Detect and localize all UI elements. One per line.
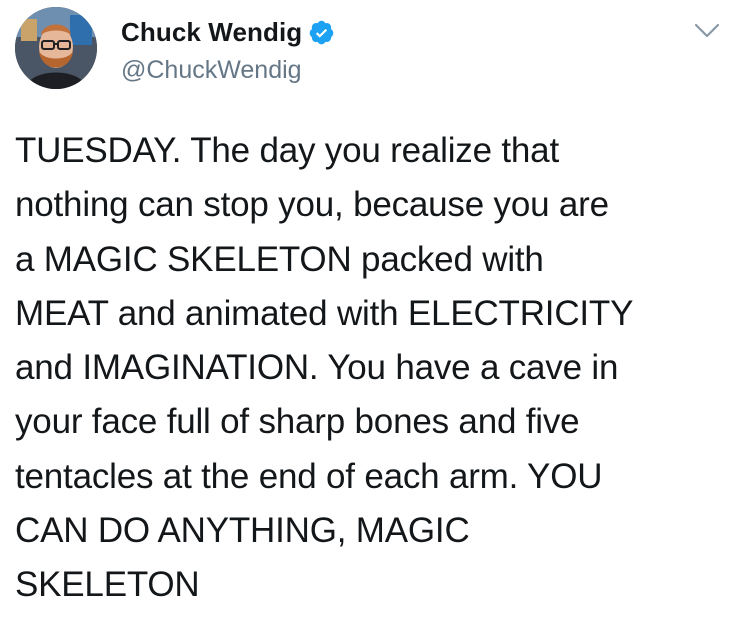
tweet-text-line: a MAGIC SKELETON packed with bbox=[15, 239, 544, 279]
user-info: Chuck Wendig @ChuckWendig bbox=[121, 16, 335, 85]
avatar-photo bbox=[15, 7, 97, 89]
tweet-text-line: nothing can stop you, because you are bbox=[15, 185, 609, 225]
avatar[interactable] bbox=[15, 7, 97, 89]
verified-badge-icon bbox=[308, 19, 335, 46]
tweet-text-line: your face full of sharp bones and five bbox=[15, 402, 580, 442]
display-name[interactable]: Chuck Wendig bbox=[121, 17, 302, 48]
tweet-text-line: tentacles at the end of each arm. YOU bbox=[15, 456, 603, 496]
user-handle[interactable]: @ChuckWendig bbox=[121, 56, 335, 85]
tweet-text-line: MEAT and animated with ELECTRICITY bbox=[15, 293, 634, 333]
name-row: Chuck Wendig bbox=[121, 16, 335, 48]
tweet-text-line: TUESDAY. The day you realize that bbox=[15, 131, 559, 170]
tweet-text-line: and IMAGINATION. You have a cave in bbox=[15, 348, 619, 388]
tweet-text-line: CAN DO ANYTHING, MAGIC bbox=[15, 511, 470, 551]
chevron-down-icon[interactable] bbox=[694, 22, 720, 40]
tweet-text: TUESDAY. The day you realize that nothin… bbox=[15, 124, 730, 613]
tweet-text-line: SKELETON bbox=[15, 565, 200, 605]
tweet-card: Chuck Wendig @ChuckWendig TUESDAY. The d… bbox=[0, 0, 746, 628]
